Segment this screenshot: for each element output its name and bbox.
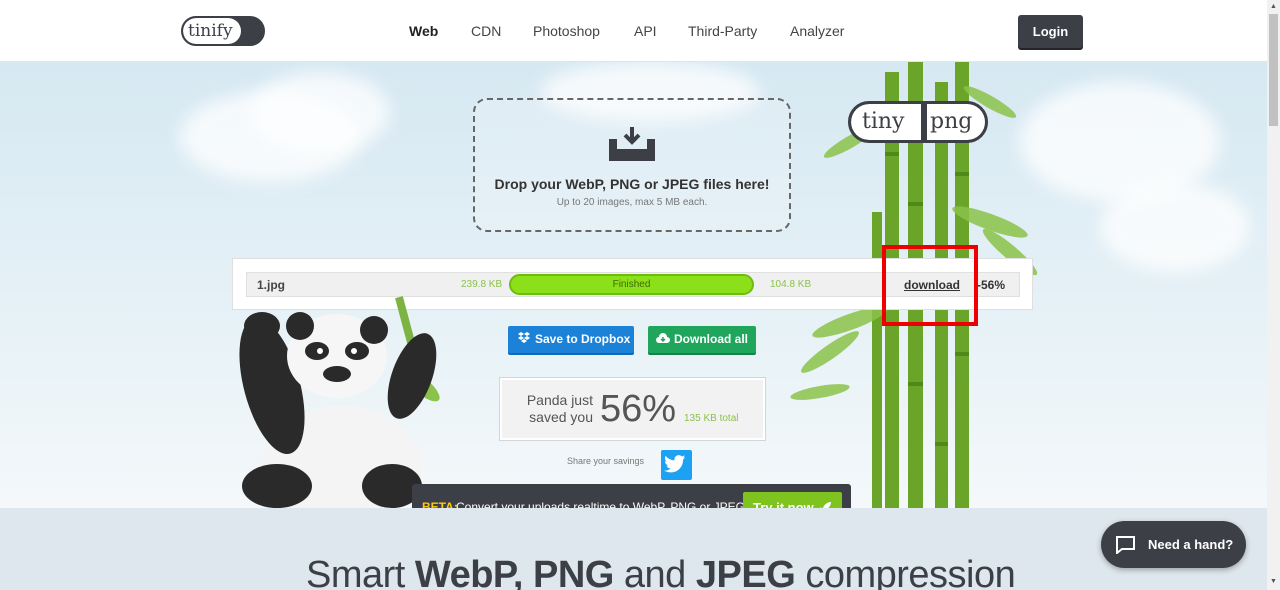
- tinypng-logo-left: tiny: [851, 104, 921, 140]
- tinypng-logo-right: png: [924, 104, 985, 140]
- panda-illustration: [239, 296, 440, 508]
- headline-part: JPEG: [695, 554, 796, 590]
- savings-percent: 56%: [600, 388, 677, 430]
- scroll-up-arrow-icon[interactable]: ▲: [1270, 3, 1277, 10]
- result-filename: 1.jpg: [257, 278, 286, 292]
- headline-part: and: [613, 554, 696, 590]
- result-status: Finished: [612, 279, 651, 290]
- cloud-decoration: [1100, 182, 1250, 272]
- nav-web[interactable]: Web: [409, 23, 438, 39]
- savings-line2: saved you: [529, 409, 593, 425]
- cloud-decoration: [250, 72, 390, 152]
- nav-photoshop[interactable]: Photoshop: [533, 23, 600, 39]
- file-dropzone[interactable]: [473, 98, 791, 232]
- nav-analyzer[interactable]: Analyzer: [790, 23, 844, 39]
- nav-api[interactable]: API: [634, 23, 657, 39]
- share-label: Share your savings: [567, 456, 645, 466]
- tinify-logo[interactable]: tinify: [181, 16, 265, 46]
- nav-cdn[interactable]: CDN: [471, 23, 501, 39]
- savings-total: 135 KB total: [684, 413, 739, 424]
- scroll-down-arrow-icon[interactable]: ▼: [1270, 578, 1277, 585]
- nav-third-party[interactable]: Third-Party: [688, 23, 757, 39]
- site-header: tinify Web CDN Photoshop API Third-Party…: [0, 0, 1267, 62]
- download-tray-icon: [609, 127, 655, 161]
- login-button[interactable]: Login: [1018, 15, 1083, 48]
- headline-part: WebP, PNG: [414, 554, 614, 590]
- scrollbar-thumb[interactable]: [1269, 14, 1278, 126]
- help-label: Need a hand?: [1148, 537, 1234, 552]
- result-reduction: -56%: [977, 278, 1006, 292]
- section-headline: Smart WebP, PNG and JPEG compression: [306, 554, 1016, 590]
- savings-line1: Panda just: [526, 392, 593, 408]
- dropbox-icon: [518, 332, 530, 343]
- highlight-box: [882, 245, 978, 326]
- cloud-download-icon: [656, 333, 670, 343]
- result-original-size: 239.8 KB: [461, 279, 503, 290]
- dropzone-title: Drop your WebP, PNG or JPEG files here!: [494, 176, 770, 192]
- tinypng-logo: tiny png: [848, 101, 988, 143]
- result-new-size: 104.8 KB: [770, 279, 812, 290]
- twitter-icon: [664, 455, 686, 473]
- twitter-share-button[interactable]: [661, 450, 692, 480]
- dropzone-subtitle: Up to 20 images, max 5 MB each.: [556, 197, 708, 208]
- headline-part: Smart: [306, 554, 415, 590]
- headline-part: compression: [795, 554, 1016, 590]
- chat-bubble-icon: [1116, 536, 1135, 554]
- tinify-logo-text: tinify: [183, 18, 241, 44]
- savings-caption: Panda just saved you: [520, 392, 593, 426]
